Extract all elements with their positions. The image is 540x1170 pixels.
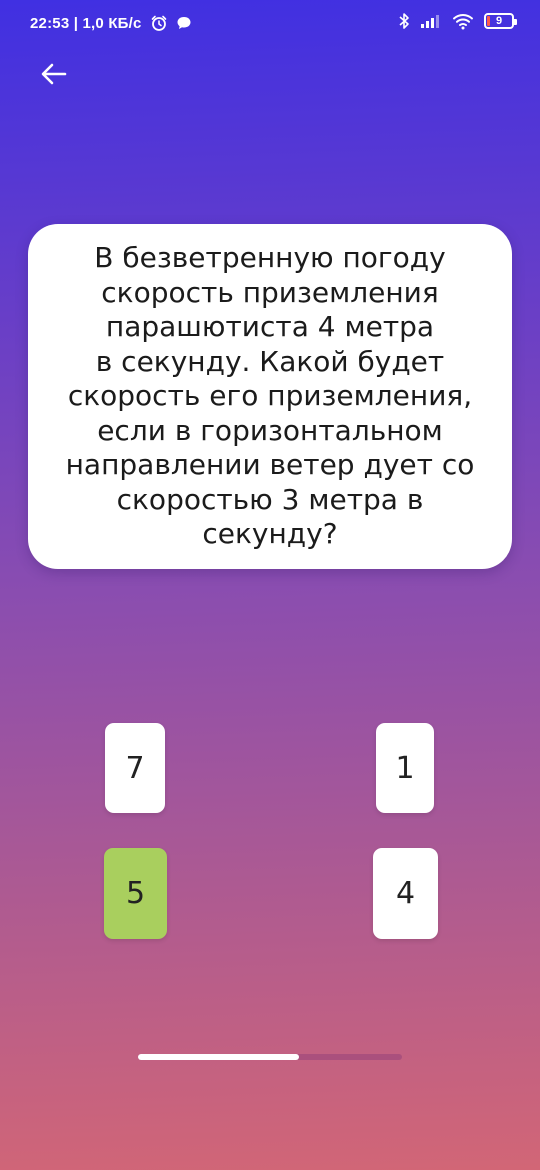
answer-option-1[interactable]: 7	[105, 723, 165, 813]
status-bar: 22:53 | 1,0 КБ/с 9	[0, 0, 540, 48]
status-time-speed: 22:53 | 1,0 КБ/с	[30, 14, 142, 32]
alarm-icon	[150, 14, 168, 32]
answer-option-4[interactable]: 4	[373, 848, 438, 939]
battery-level: 9	[495, 15, 503, 27]
progress-fill	[138, 1054, 300, 1060]
question-line: скорость его приземления,	[67, 379, 473, 413]
progress-track	[138, 1054, 402, 1060]
status-right: 9	[388, 12, 517, 30]
question-text: В безветренную погоду скорость приземлен…	[46, 241, 494, 552]
question-line: В безветренную погоду	[94, 241, 446, 275]
signal-icon	[420, 13, 442, 29]
battery-icon: 9	[484, 13, 517, 29]
bluetooth-icon	[398, 12, 410, 30]
answer-option-3[interactable]: 5	[104, 848, 167, 939]
wifi-icon	[452, 12, 474, 30]
question-line: скоростью 3 метра в секунду?	[116, 482, 424, 551]
answer-option-2[interactable]: 1	[376, 723, 434, 813]
question-line: в секунду. Какой будет	[95, 344, 445, 378]
arrow-left-icon	[41, 63, 67, 85]
status-left: 22:53 | 1,0 КБ/с	[30, 14, 192, 32]
question-line: скорость приземления	[101, 275, 439, 309]
question-line: парашютиста 4 метра	[105, 310, 435, 344]
back-button[interactable]	[34, 56, 74, 92]
question-line: направлении ветер дует со	[65, 448, 475, 482]
question-line: если в горизонтальном	[97, 413, 443, 447]
question-card: В безветренную погоду скорость приземлен…	[28, 224, 512, 569]
chat-bubble-icon	[176, 15, 192, 31]
